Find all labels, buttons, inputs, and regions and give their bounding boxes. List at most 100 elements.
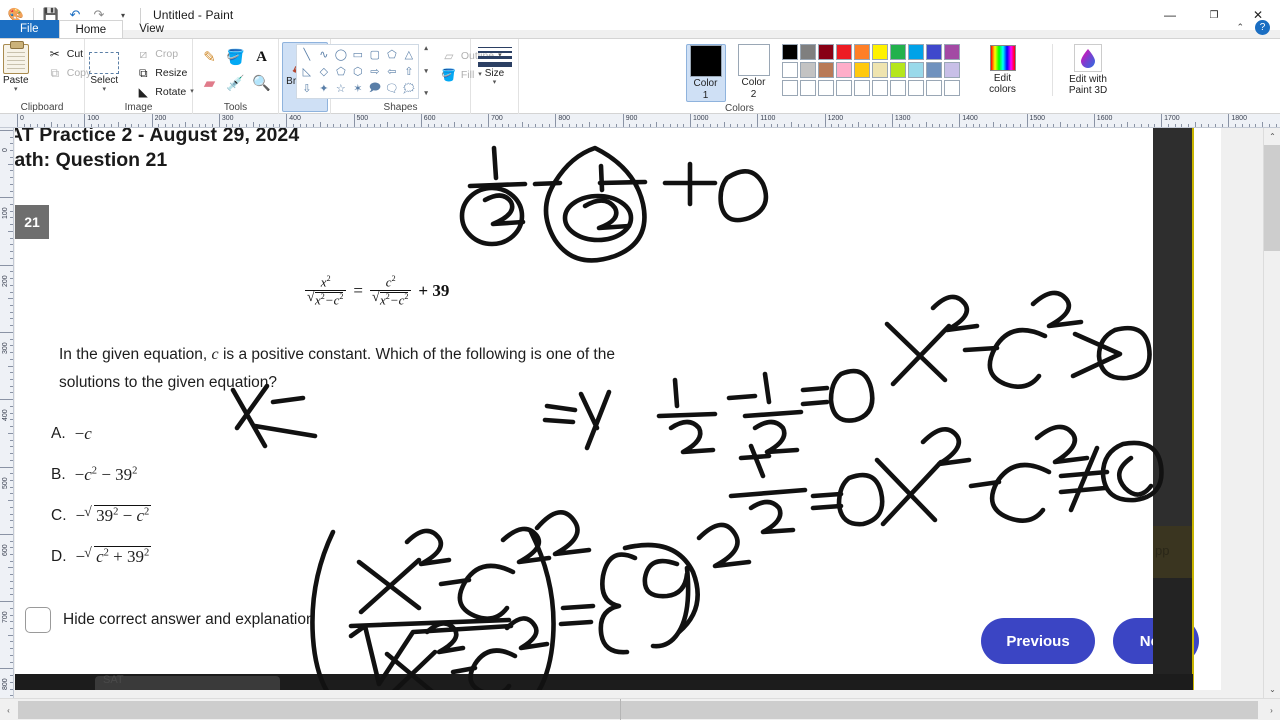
shape-up-arrow-icon[interactable]: ⇧: [400, 63, 417, 80]
shape-triangle-icon[interactable]: △: [400, 46, 417, 63]
palette-swatch[interactable]: [925, 44, 942, 60]
select-button[interactable]: Select ▾: [80, 42, 128, 93]
shapes-scroll-up-icon[interactable]: ▴: [424, 44, 428, 52]
text-icon[interactable]: A: [249, 44, 275, 70]
shape-rounded-rect-icon[interactable]: ▢: [366, 46, 383, 63]
copy-icon: ⧉: [50, 65, 60, 80]
shape-four-point-star-icon[interactable]: ✦: [315, 80, 332, 97]
fill-with-color-icon[interactable]: 🪣: [223, 44, 249, 70]
chevron-down-icon[interactable]: ▾: [103, 86, 107, 93]
ribbon-group-clipboard: Paste ▾ ✂ Cut ⧉ Copy Clipboard: [0, 39, 91, 115]
paint-canvas[interactable]: AT Practice 2 - August 29, 2024 lath: Qu…: [15, 128, 1221, 690]
palette-swatch[interactable]: [943, 62, 960, 78]
palette-swatch[interactable]: [889, 62, 906, 78]
scroll-right-button[interactable]: ›: [1263, 699, 1280, 720]
shape-callout-cloud-icon[interactable]: 🗯: [400, 80, 417, 97]
tab-file[interactable]: File: [0, 20, 59, 38]
answer-choice-a[interactable]: A. −c: [51, 413, 151, 454]
answer-choice-c[interactable]: C. −392 − c2: [51, 495, 152, 536]
shape-curve-icon[interactable]: ∿: [315, 46, 332, 63]
tab-home[interactable]: Home: [58, 20, 124, 38]
palette-swatch[interactable]: [871, 62, 888, 78]
palette-swatch[interactable]: [871, 44, 888, 60]
palette-swatch[interactable]: [781, 62, 798, 78]
canvas-horizontal-scrollbar[interactable]: ‹ ›: [0, 698, 1280, 720]
color-1-button[interactable]: Color 1: [685, 44, 726, 102]
scroll-up-button[interactable]: ⌃: [1264, 128, 1280, 145]
tab-view[interactable]: View: [123, 20, 180, 38]
palette-swatch[interactable]: [817, 62, 834, 78]
answer-choice-d[interactable]: D. −c2 + 392: [51, 536, 152, 577]
rotate-button[interactable]: ◣ Rotate ▾: [132, 83, 196, 101]
palette-swatch[interactable]: [781, 80, 798, 96]
palette-swatch[interactable]: [943, 80, 960, 96]
pencil-icon[interactable]: ✎: [197, 44, 223, 70]
edit-with-paint3d-button[interactable]: Edit with Paint 3D: [1051, 44, 1114, 96]
palette-swatch[interactable]: [907, 80, 924, 96]
eraser-icon[interactable]: ▰: [197, 70, 223, 96]
palette-swatch[interactable]: [835, 44, 852, 60]
scroll-left-button[interactable]: ‹: [0, 699, 17, 720]
shapes-expand-icon[interactable]: ▾: [424, 89, 428, 97]
palette-swatch[interactable]: [925, 80, 942, 96]
palette-swatch[interactable]: [889, 44, 906, 60]
palette-swatch[interactable]: [799, 62, 816, 78]
palette-swatch[interactable]: [817, 44, 834, 60]
palette-swatch[interactable]: [853, 44, 870, 60]
canvas-vertical-scrollbar[interactable]: ⌃ ⌄: [1263, 128, 1280, 698]
shape-five-point-star-icon[interactable]: ☆: [332, 80, 349, 97]
ruler-minor-tick: [615, 124, 617, 127]
magnifier-icon[interactable]: 🔍: [249, 70, 275, 96]
ruler-minor-tick: [467, 124, 469, 127]
shape-oval-icon[interactable]: ◯: [332, 46, 349, 63]
palette-swatch[interactable]: [871, 80, 888, 96]
hide-answer-row[interactable]: Hide correct answer and explanation: [25, 607, 315, 633]
size-button[interactable]: Size ▾: [473, 42, 517, 86]
shape-left-arrow-icon[interactable]: ⇦: [383, 63, 400, 80]
resize-button[interactable]: ⧉ Resize: [132, 64, 196, 82]
shapes-scroll-down-icon[interactable]: ▾: [424, 67, 428, 75]
shape-six-point-star-icon[interactable]: ✶: [349, 80, 366, 97]
palette-swatch[interactable]: [907, 62, 924, 78]
paste-button[interactable]: Paste ▾: [0, 41, 40, 93]
crop-button[interactable]: ⧄ Crop: [132, 45, 196, 63]
shape-pentagon-icon[interactable]: ⬠: [332, 63, 349, 80]
palette-swatch[interactable]: [781, 44, 798, 60]
color-picker-icon[interactable]: 💉: [223, 70, 249, 96]
answer-choice-b[interactable]: B. −c2 − 392: [51, 454, 151, 495]
palette-swatch[interactable]: [925, 62, 942, 78]
previous-button[interactable]: Previous: [981, 618, 1095, 664]
vertical-scrollbar-thumb[interactable]: [1264, 145, 1280, 251]
ruler-tick: [0, 197, 13, 199]
shape-rectangle-icon[interactable]: ▭: [349, 46, 366, 63]
shape-callout-round-icon[interactable]: 🗨: [383, 80, 400, 97]
shape-polygon-icon[interactable]: ⬠: [383, 46, 400, 63]
color-2-button[interactable]: Color 2: [734, 44, 774, 100]
palette-swatch[interactable]: [853, 62, 870, 78]
shapes-gallery[interactable]: ╲ ∿ ◯ ▭ ▢ ⬠ △ ◺ ◇ ⬠ ⬡ ⇨ ⇦ ⇧ ⇩ ✦ ☆ ✶ 🗩 🗨 …: [296, 44, 420, 99]
palette-swatch[interactable]: [799, 80, 816, 96]
shape-callout-rect-icon[interactable]: 🗩: [366, 80, 383, 97]
palette-swatch[interactable]: [889, 80, 906, 96]
palette-swatch[interactable]: [853, 80, 870, 96]
color-palette[interactable]: [781, 44, 960, 96]
shape-right-triangle-icon[interactable]: ◺: [298, 63, 315, 80]
palette-swatch[interactable]: [835, 80, 852, 96]
edit-colors-button[interactable]: Edit colors: [976, 44, 1030, 95]
ruler-tick: [17, 114, 18, 127]
hide-answer-checkbox[interactable]: [25, 607, 51, 633]
shape-diamond-icon[interactable]: ◇: [315, 63, 332, 80]
chevron-down-icon[interactable]: ▾: [14, 86, 18, 93]
chevron-down-icon[interactable]: ▾: [493, 79, 497, 86]
shape-right-arrow-icon[interactable]: ⇨: [366, 63, 383, 80]
palette-swatch[interactable]: [817, 80, 834, 96]
shape-line-icon[interactable]: ╲: [298, 46, 315, 63]
palette-swatch[interactable]: [907, 44, 924, 60]
scroll-down-button[interactable]: ⌄: [1264, 681, 1280, 698]
horizontal-scrollbar-thumb[interactable]: [18, 701, 1258, 719]
shape-down-arrow-icon[interactable]: ⇩: [298, 80, 315, 97]
palette-swatch[interactable]: [799, 44, 816, 60]
palette-swatch[interactable]: [943, 44, 960, 60]
shape-hexagon-icon[interactable]: ⬡: [349, 63, 366, 80]
palette-swatch[interactable]: [835, 62, 852, 78]
